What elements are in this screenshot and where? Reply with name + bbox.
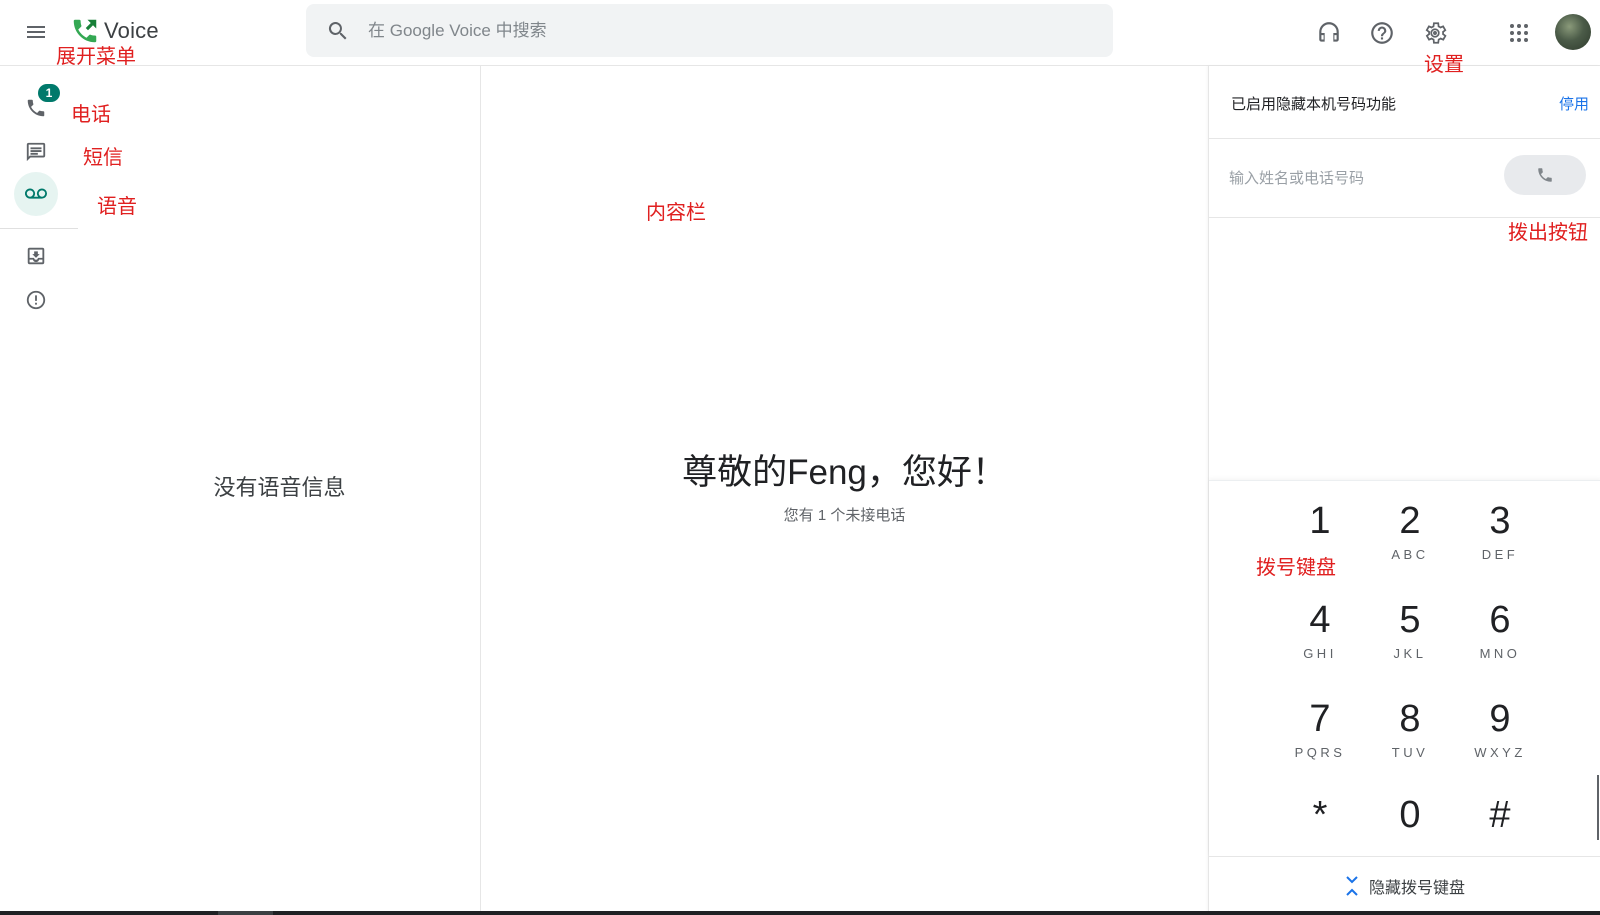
dial-key-9[interactable]: 9 WXYZ — [1460, 691, 1540, 771]
greeting-title: 尊敬的Feng，您好！ — [682, 453, 1007, 492]
spam-icon — [26, 290, 46, 310]
dial-key-digit: 7 — [1309, 698, 1331, 740]
dial-key-digit: 1 — [1309, 500, 1331, 542]
search-icon[interactable] — [326, 19, 350, 43]
dial-number-input[interactable] — [1229, 161, 1489, 195]
archive-icon — [27, 247, 45, 265]
dialer-pane: 已启用隐藏本机号码功能 停用 1 2 ABC 3 DEF 4 GHI 5 JKL 6 MN… — [1208, 66, 1600, 915]
help-icon — [1371, 22, 1393, 44]
dial-key-3[interactable]: 3 DEF — [1460, 493, 1540, 573]
dial-key-star[interactable]: * — [1280, 787, 1360, 867]
dial-key-5[interactable]: 5 JKL — [1370, 592, 1450, 672]
annotation-messages: 短信 — [83, 147, 123, 169]
dial-key-digit: 6 — [1489, 599, 1511, 641]
missed-calls-text: 您有 1 个未接电话 — [783, 507, 906, 524]
settings-gear-icon — [1425, 22, 1447, 44]
dial-keypad: 1 2 ABC 3 DEF 4 GHI 5 JKL 6 MNO 7 PQRS 8 TUV 9 W… — [1209, 480, 1600, 856]
settings-button[interactable] — [1416, 14, 1454, 52]
taskbar-active-tab — [218, 911, 273, 915]
apps-grid-icon — [1510, 24, 1528, 42]
hide-keypad-button[interactable]: 隐藏拨号键盘 — [1209, 856, 1600, 915]
annotation-expand-menu: 展开菜单 — [56, 46, 136, 68]
dial-key-digit: 8 — [1399, 698, 1421, 740]
dial-key-4[interactable]: 4 GHI — [1280, 592, 1360, 672]
dial-key-letters: PQRS — [1294, 745, 1346, 760]
annotation-keypad: 拨号键盘 — [1256, 557, 1336, 579]
dial-key-letters: GHI — [1303, 646, 1337, 661]
support-headset-icon — [1319, 22, 1339, 42]
annotation-calls: 电话 — [71, 104, 111, 126]
caller-id-bar: 已启用隐藏本机号码功能 停用 — [1209, 66, 1600, 139]
message-icon — [26, 142, 46, 162]
dial-call-button[interactable] — [1504, 155, 1586, 195]
annotation-settings: 设置 — [1424, 54, 1464, 76]
voicemail-icon — [25, 188, 47, 199]
calls-unread-badge: 1 — [38, 84, 60, 102]
annotation-voicemail: 语音 — [97, 196, 137, 218]
dial-key-letters: MNO — [1479, 646, 1521, 661]
nav-item-archive[interactable] — [14, 234, 58, 278]
dial-key-digit: 2 — [1399, 500, 1421, 542]
empty-voicemail-message: 没有语音信息 — [213, 475, 346, 500]
dial-key-7[interactable]: 7 PQRS — [1280, 691, 1360, 771]
dial-key-letters: JKL — [1393, 646, 1427, 661]
dial-key-digit: 3 — [1489, 500, 1511, 542]
nav-item-messages[interactable] — [14, 130, 58, 174]
google-apps-button[interactable] — [1500, 14, 1538, 52]
dial-key-digit: 9 — [1489, 698, 1511, 740]
search-input[interactable] — [368, 4, 1088, 57]
dial-key-digit: # — [1489, 794, 1511, 836]
dial-key-letters: ABC — [1391, 547, 1429, 562]
nav-item-spam[interactable] — [14, 278, 58, 322]
support-button[interactable] — [1310, 14, 1348, 52]
nav-divider — [0, 228, 78, 229]
dial-key-letters: TUV — [1391, 745, 1429, 760]
scrollbar-thumb[interactable] — [1597, 775, 1599, 840]
search-bar[interactable] — [306, 4, 1113, 57]
nav-item-voicemail[interactable] — [14, 172, 58, 216]
dial-key-digit: 5 — [1399, 599, 1421, 641]
dial-key-digit: 4 — [1309, 599, 1331, 641]
caller-id-hidden-text: 已启用隐藏本机号码功能 — [1231, 96, 1397, 113]
top-app-bar: Voice — [0, 0, 1600, 66]
collapse-arrows-icon — [1346, 876, 1358, 896]
help-button[interactable] — [1363, 14, 1401, 52]
menu-icon — [27, 26, 45, 38]
dial-key-8[interactable]: 8 TUV — [1370, 691, 1450, 771]
dial-key-digit: 0 — [1399, 794, 1421, 836]
dial-key-letters: DEF — [1481, 547, 1519, 562]
dial-key-2[interactable]: 2 ABC — [1370, 493, 1450, 573]
disable-hide-number-link[interactable]: 停用 — [1559, 93, 1589, 114]
content-pane: 尊敬的Feng，您好！ 您有 1 个未接电话 — [481, 66, 1208, 915]
dial-input-row — [1209, 139, 1600, 218]
dial-key-digit: * — [1312, 794, 1328, 836]
annotation-content-pane: 内容栏 — [646, 202, 706, 224]
dial-key-hash[interactable]: # — [1460, 787, 1540, 867]
dial-key-6[interactable]: 6 MNO — [1460, 592, 1540, 672]
phone-icon — [1538, 168, 1552, 182]
voicemail-list-pane: 没有语音信息 — [78, 66, 481, 915]
account-avatar[interactable] — [1555, 14, 1591, 50]
dial-key-0[interactable]: 0 — [1370, 787, 1450, 867]
dial-key-letters: WXYZ — [1474, 745, 1526, 760]
annotation-dial-button: 拨出按钮 — [1508, 222, 1588, 244]
main-menu-button[interactable] — [18, 14, 54, 50]
hide-keypad-label: 隐藏拨号键盘 — [1368, 880, 1465, 897]
nav-rail: 1 — [0, 66, 78, 915]
